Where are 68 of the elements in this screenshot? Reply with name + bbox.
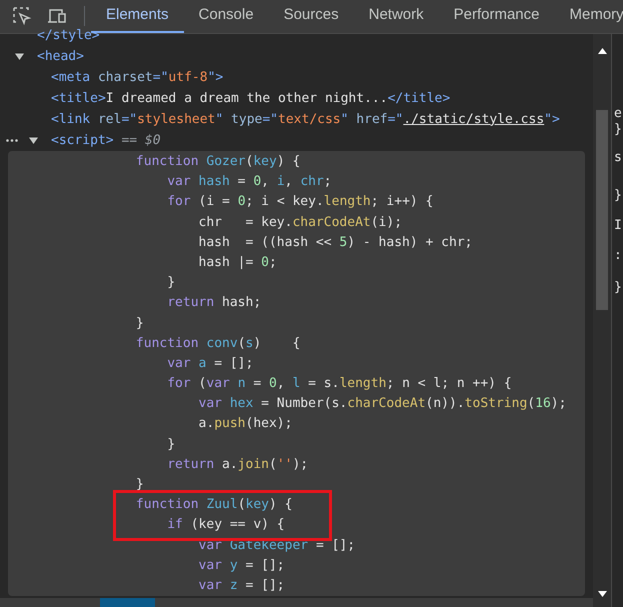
code-line: var z = [];	[198, 576, 286, 595]
panel-tab[interactable]: Performance	[438, 0, 554, 33]
style-rule-text: I	[614, 218, 623, 234]
html-tag-text: ="	[121, 110, 138, 129]
code-line: var hash = 0, i, chr;	[166, 173, 333, 192]
scroll-up-icon[interactable]	[598, 48, 606, 54]
attribute-name: href	[356, 110, 388, 129]
style-rule-text: s	[614, 150, 623, 166]
style-rule-text: e	[614, 106, 623, 122]
code-line: var a = [];	[166, 354, 254, 373]
code-line: return hash;	[166, 294, 262, 312]
attribute-name: charset	[98, 68, 153, 87]
code-line: var y = [];	[198, 556, 286, 575]
code-line: hash = ((hash << 5) - hash) + chr;	[198, 234, 474, 252]
code-line: var hex = Number(s.charCodeAt(n)).toString(16);	[198, 395, 568, 414]
html-tag-text: <head>	[37, 48, 84, 66]
scrollbar-thumb[interactable]	[596, 110, 608, 310]
html-tag-text: ="	[152, 68, 168, 87]
code-line: chr = key.charCodeAt(i);	[198, 214, 404, 232]
attribute-value: utf-8	[168, 68, 208, 87]
horizontal-scrollbar[interactable]	[0, 598, 593, 607]
html-tag-text: </title>	[388, 90, 450, 108]
code-line: if (key == v) {	[166, 516, 286, 534]
code-line: hash |= 0;	[198, 254, 278, 272]
html-tag-text: "	[340, 110, 350, 129]
code-line: for (i = 0; i < key.length; i++) {	[166, 193, 434, 212]
code-line: }	[166, 436, 176, 454]
html-tag-text: ="	[388, 110, 404, 129]
html-tag-text: <title>	[51, 90, 106, 108]
scroll-down-icon[interactable]	[598, 591, 606, 597]
html-tag-text: ">	[544, 110, 560, 129]
scrollbar-thumb[interactable]	[100, 598, 155, 607]
code-line: a.push(hex);	[198, 415, 294, 434]
code-line: function Gozer(key) {	[134, 153, 302, 171]
html-tag-text: <meta	[51, 68, 92, 87]
attribute-value: text/css	[278, 110, 341, 129]
expand-triangle-icon[interactable]	[29, 136, 38, 145]
panel-tab[interactable]: Sources	[268, 0, 354, 33]
code-line: function Zuul(key) {	[134, 496, 294, 514]
code-line: function conv(s) {	[134, 334, 302, 353]
html-tag-text: ="	[262, 110, 278, 129]
attribute-name: rel	[98, 110, 122, 129]
link[interactable]: ./static/style.css	[403, 110, 544, 130]
html-tag-text: ">	[208, 68, 224, 87]
html-tag-text: <link	[51, 110, 92, 129]
selected-marker-text: == $0	[120, 132, 161, 150]
more-options-icon[interactable]	[6, 139, 18, 142]
element-text: I dreamed a dream the other night...	[106, 90, 388, 108]
style-rule-text: }	[614, 122, 623, 138]
panel-tab[interactable]: Console	[184, 0, 269, 33]
style-rule-text: :	[614, 248, 623, 264]
code-line: }	[166, 274, 176, 292]
code-line: for (var n = 0, l = s.length; n < l; n ++) {	[166, 375, 513, 394]
style-rule-text: }	[614, 188, 623, 204]
code-line: return a.join('');	[166, 456, 310, 474]
code-line: }	[134, 314, 145, 332]
code-line: }	[134, 476, 145, 494]
style-rule-text: }	[614, 280, 623, 296]
inspect-element-icon[interactable]	[12, 6, 32, 26]
attribute-value: stylesheet	[137, 110, 216, 129]
code-line: var Gatekeeper = [];	[198, 536, 356, 555]
attribute-name: type	[231, 110, 262, 129]
html-tag-text: <script>	[51, 132, 114, 150]
html-tag-text: "	[215, 110, 224, 129]
panel-tab[interactable]: Network	[354, 0, 439, 33]
panel-tab[interactable]: Elements	[91, 0, 184, 33]
expand-triangle-icon[interactable]	[15, 52, 24, 61]
vertical-scrollbar[interactable]	[593, 34, 611, 607]
